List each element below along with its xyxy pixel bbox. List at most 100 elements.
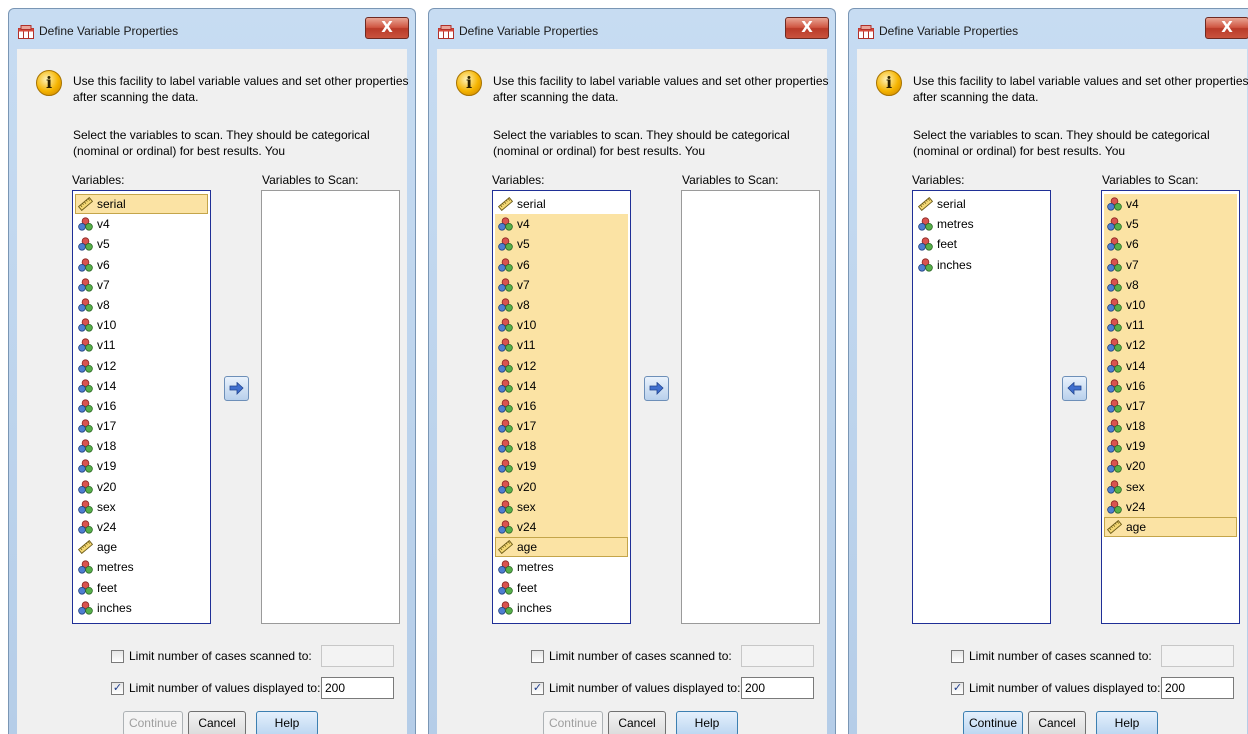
variable-list-item[interactable]: v6 — [75, 255, 208, 275]
help-button[interactable]: Help — [1096, 711, 1158, 734]
variable-list-item[interactable]: v17 — [495, 416, 628, 437]
variable-list-item[interactable]: v18 — [75, 436, 208, 456]
variable-list-item[interactable]: v11 — [495, 335, 628, 356]
variable-list-item[interactable]: v19 — [1104, 436, 1237, 457]
variable-list-item[interactable]: sex — [75, 497, 208, 517]
variable-list-item[interactable]: v11 — [75, 335, 208, 355]
variable-list-item[interactable]: metres — [915, 214, 1048, 234]
variable-list-item[interactable]: age — [495, 537, 628, 558]
variable-list-item[interactable]: v12 — [495, 355, 628, 376]
variables-list[interactable]: serial metres feet inches — [912, 190, 1051, 624]
variable-list-item[interactable]: v5 — [1104, 214, 1237, 235]
limit-values-input[interactable]: 200 — [321, 677, 394, 699]
variable-list-item[interactable]: inches — [75, 598, 208, 618]
help-button[interactable]: Help — [676, 711, 738, 734]
cancel-button[interactable]: Cancel — [608, 711, 666, 734]
title-bar[interactable]: Define Variable Properties X — [849, 9, 1248, 49]
limit-cases-input[interactable] — [1161, 645, 1234, 667]
variable-list-item[interactable]: v10 — [1104, 294, 1237, 316]
close-button[interactable]: X — [1205, 17, 1248, 39]
move-right-button[interactable] — [224, 376, 249, 401]
variable-list-item[interactable]: v6 — [1104, 234, 1237, 255]
variable-list-item[interactable]: v8 — [75, 295, 208, 315]
variable-list-item[interactable]: v5 — [75, 234, 208, 254]
variable-list-item[interactable]: serial — [495, 194, 628, 214]
variable-list-item[interactable]: v24 — [1104, 496, 1237, 517]
variable-list-item[interactable]: v17 — [75, 416, 208, 436]
variable-list-item[interactable]: age — [1104, 517, 1237, 538]
variable-list-item[interactable]: v16 — [495, 395, 628, 417]
variable-list-item[interactable]: age — [75, 537, 208, 557]
variable-list-item[interactable]: v24 — [495, 517, 628, 538]
variable-list-item[interactable]: feet — [75, 578, 208, 598]
variables-to-scan-list[interactable] — [681, 190, 820, 624]
variable-list-item[interactable]: v17 — [1104, 395, 1237, 417]
variable-list-item[interactable]: v20 — [1104, 456, 1237, 477]
variable-list-item[interactable]: v20 — [495, 476, 628, 497]
variables-to-scan-list[interactable] — [261, 190, 400, 624]
variable-name: v7 — [517, 277, 530, 292]
title-bar[interactable]: Define Variable Properties X — [9, 9, 415, 49]
variable-list-item[interactable]: feet — [495, 578, 628, 598]
variable-list-item[interactable]: v8 — [1104, 274, 1237, 295]
cancel-button[interactable]: Cancel — [1028, 711, 1086, 734]
variable-list-item[interactable]: v24 — [75, 517, 208, 537]
variable-list-item[interactable]: serial — [75, 194, 208, 215]
limit-values-checkbox[interactable]: ✓ — [951, 682, 964, 695]
limit-cases-checkbox[interactable] — [951, 650, 964, 663]
variable-list-item[interactable]: v14 — [1104, 355, 1237, 376]
variable-list-item[interactable]: feet — [915, 234, 1048, 254]
cancel-button[interactable]: Cancel — [188, 711, 246, 734]
variables-to-scan-list[interactable]: v4 v5 v6 v7 v8 v10 v11 v12 v14 v16 v17 v… — [1101, 190, 1240, 624]
limit-values-input[interactable]: 200 — [1161, 677, 1234, 699]
limit-cases-checkbox[interactable] — [111, 650, 124, 663]
close-button[interactable]: X — [365, 17, 409, 39]
variable-list-item[interactable]: v4 — [495, 214, 628, 235]
limit-cases-input[interactable] — [741, 645, 814, 667]
limit-cases-input[interactable] — [321, 645, 394, 667]
variable-list-item[interactable]: sex — [495, 496, 628, 517]
variable-list-item[interactable]: v12 — [75, 356, 208, 376]
variable-list-item[interactable]: v16 — [75, 396, 208, 416]
continue-button[interactable]: Continue — [543, 711, 603, 734]
variable-list-item[interactable]: v11 — [1104, 315, 1237, 336]
variable-list-item[interactable]: inches — [915, 255, 1048, 275]
variable-list-item[interactable]: v7 — [75, 275, 208, 295]
limit-values-checkbox[interactable]: ✓ — [111, 682, 124, 695]
variable-list-item[interactable]: v12 — [1104, 335, 1237, 356]
variable-list-item[interactable]: v4 — [75, 214, 208, 234]
variable-list-item[interactable]: v7 — [495, 274, 628, 295]
limit-cases-checkbox[interactable] — [531, 650, 544, 663]
variable-list-item[interactable]: metres — [495, 557, 628, 577]
move-right-button[interactable] — [644, 376, 669, 401]
variable-list-item[interactable]: v20 — [75, 477, 208, 497]
variable-list-item[interactable]: v10 — [495, 315, 628, 336]
variable-list-item[interactable]: serial — [915, 194, 1048, 214]
move-left-button[interactable] — [1062, 376, 1087, 401]
variable-list-item[interactable]: v16 — [1104, 375, 1237, 396]
variables-list[interactable]: serial v4 v5 v6 v7 v8 v10 v11 v12 v14 v1… — [492, 190, 631, 624]
variable-list-item[interactable]: inches — [495, 598, 628, 618]
variable-list-item[interactable]: v8 — [495, 294, 628, 316]
close-button[interactable]: X — [785, 17, 829, 39]
title-bar[interactable]: Define Variable Properties X — [429, 9, 835, 49]
limit-values-checkbox[interactable]: ✓ — [531, 682, 544, 695]
variable-list-item[interactable]: v7 — [1104, 254, 1237, 275]
variable-list-item[interactable]: sex — [1104, 476, 1237, 497]
variable-list-item[interactable]: v6 — [495, 254, 628, 275]
variable-list-item[interactable]: v5 — [495, 234, 628, 255]
continue-button[interactable]: Continue — [123, 711, 183, 734]
variable-list-item[interactable]: v14 — [75, 376, 208, 396]
variables-list[interactable]: serial v4 v5 v6 v7 v8 v10 v11 v12 v14 v1… — [72, 190, 211, 624]
variable-list-item[interactable]: v14 — [495, 375, 628, 396]
variable-list-item[interactable]: v19 — [495, 456, 628, 477]
help-button[interactable]: Help — [256, 711, 318, 734]
continue-button[interactable]: Continue — [963, 711, 1023, 734]
limit-values-input[interactable]: 200 — [741, 677, 814, 699]
variable-list-item[interactable]: v10 — [75, 315, 208, 335]
variable-list-item[interactable]: v18 — [1104, 416, 1237, 437]
variable-list-item[interactable]: v18 — [495, 436, 628, 457]
variable-list-item[interactable]: metres — [75, 557, 208, 577]
variable-list-item[interactable]: v4 — [1104, 194, 1237, 215]
variable-list-item[interactable]: v19 — [75, 456, 208, 476]
